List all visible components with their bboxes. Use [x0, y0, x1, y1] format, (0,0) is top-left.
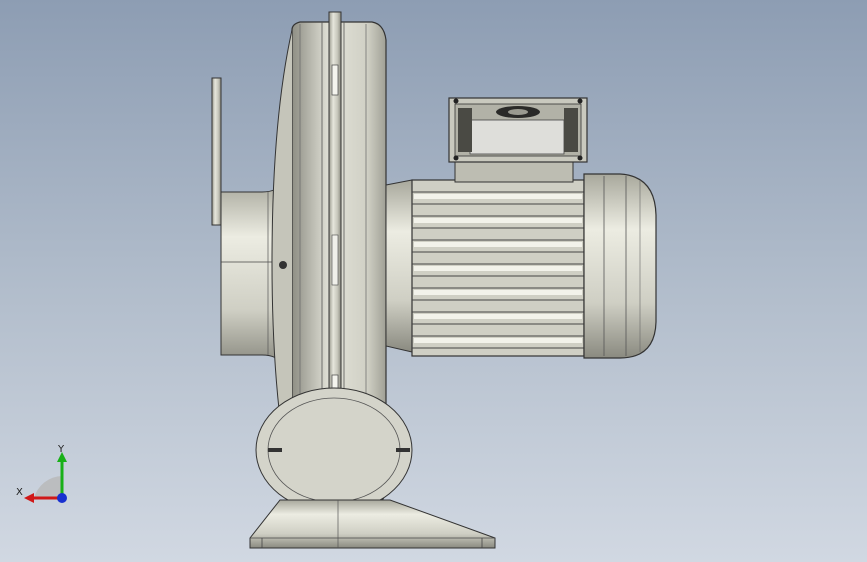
cad-viewport[interactable]: Y X: [0, 0, 867, 562]
x-axis-label: X: [16, 487, 23, 498]
motor-body: [411, 179, 585, 357]
inlet-flange: [211, 77, 283, 366]
coordinate-triad: [14, 440, 74, 510]
z-axis: [57, 493, 67, 503]
motor-end-cap: [583, 173, 657, 359]
blower-stand: [249, 387, 496, 549]
terminal-box: [448, 97, 588, 183]
blower-model[interactable]: [0, 0, 867, 562]
y-axis-label: Y: [58, 444, 65, 455]
motor-adapter: [385, 179, 413, 353]
triad-axes-icon: [24, 452, 67, 503]
